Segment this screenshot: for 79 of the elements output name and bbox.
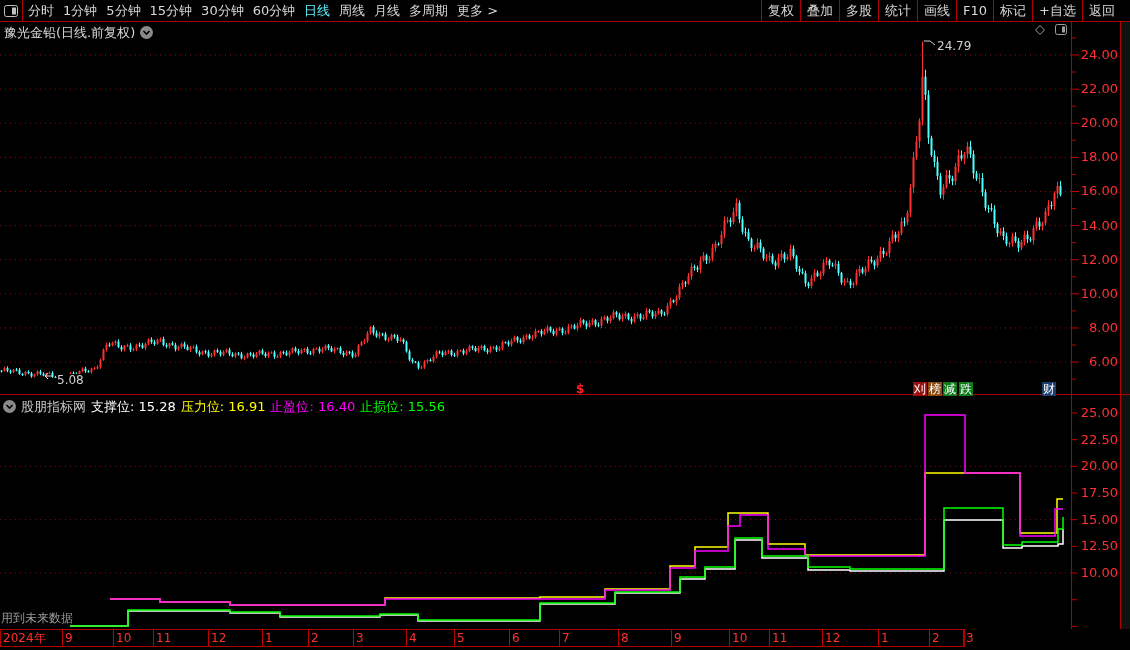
stock-title: 豫光金铅(日线.前复权) xyxy=(4,24,136,42)
period-tab[interactable]: 30分钟 xyxy=(201,0,244,21)
diamond-icon[interactable] xyxy=(1035,24,1045,35)
axis-label: 20.00 xyxy=(1080,116,1118,131)
panel-toggle-icon[interactable] xyxy=(1055,24,1067,35)
date-label: 6 xyxy=(509,630,520,646)
indicator-value: 压力位: 16.91 xyxy=(180,398,266,416)
toolbar-button[interactable]: 复权 xyxy=(761,0,801,21)
chevron-down-icon[interactable] xyxy=(3,400,16,414)
chevron-down-icon[interactable] xyxy=(140,26,154,40)
axis-label: 22.00 xyxy=(1080,82,1118,97)
date-label: 12 xyxy=(208,630,227,646)
axis-label: 15.00 xyxy=(1080,512,1118,527)
date-label: 7 xyxy=(559,630,570,646)
axis-label: 8.00 xyxy=(1089,320,1118,335)
toolbar-button[interactable]: 叠加 xyxy=(800,0,840,21)
period-tab[interactable]: 日线 xyxy=(304,0,331,21)
axis-label: 20.00 xyxy=(1080,459,1118,474)
date-label: 11 xyxy=(153,630,172,646)
axis-label: 17.50 xyxy=(1080,486,1118,500)
leader-line xyxy=(923,40,936,46)
indicator-value: 支撑位: 15.28 xyxy=(91,398,176,416)
axis-label: 24.00 xyxy=(1080,48,1118,62)
date-label: 12 xyxy=(822,630,841,646)
date-label: 9 xyxy=(671,630,682,646)
period-tab[interactable]: 60分钟 xyxy=(252,0,296,21)
indicator-name: 股朋指标网 xyxy=(21,398,86,416)
period-tab[interactable]: 15分钟 xyxy=(149,0,193,21)
toolbar-button[interactable]: 统计 xyxy=(878,0,918,21)
toolbar-button[interactable]: F10 xyxy=(956,0,994,21)
date-label: 2 xyxy=(308,630,319,646)
toolbar-button[interactable]: 标记 xyxy=(993,0,1033,21)
period-tab[interactable]: 多周期 xyxy=(409,0,449,21)
date-label: 11 xyxy=(769,630,788,646)
date-label: 8 xyxy=(618,630,629,646)
toolbar-button[interactable]: 多股 xyxy=(839,0,879,21)
axis-label: 16.00 xyxy=(1080,184,1118,199)
axis-label: 12.50 xyxy=(1080,539,1118,554)
date-label: 2 xyxy=(929,630,940,646)
event-badge: 减 xyxy=(943,382,957,396)
period-tab[interactable]: 1分钟 xyxy=(63,0,98,21)
period-tab[interactable]: 5分钟 xyxy=(106,0,141,21)
warning-text: 用到未来数据 xyxy=(1,610,73,627)
event-badge: 刈 xyxy=(913,382,927,396)
panel-toggle-icon[interactable] xyxy=(4,4,18,17)
axis-label: 22.50 xyxy=(1080,432,1118,447)
axis-label: 18.00 xyxy=(1080,150,1118,165)
date-label: 1 xyxy=(262,630,273,646)
date-label: 4 xyxy=(406,630,417,646)
axis-label: 10.00 xyxy=(1080,566,1118,580)
axis-label: 6.00 xyxy=(1089,355,1118,370)
event-badge: 财 xyxy=(1042,382,1056,396)
event-badge: 跌 xyxy=(959,382,973,396)
date-label: 1 xyxy=(878,630,889,646)
axis-label: 12.00 xyxy=(1080,252,1118,267)
date-label: 9 xyxy=(62,630,73,646)
indicator-value: 止损位: 15.56 xyxy=(360,398,445,416)
date-label: 10 xyxy=(113,630,132,646)
axis-label: 10.00 xyxy=(1080,286,1118,301)
toolbar-button[interactable]: 返回 xyxy=(1082,0,1121,21)
period-tab[interactable]: 周线 xyxy=(339,0,366,21)
toolbar-button[interactable]: +自选 xyxy=(1032,0,1082,21)
period-tab[interactable]: 分时 xyxy=(28,0,54,21)
date-label: 3 xyxy=(353,630,364,646)
arrow-icon xyxy=(44,372,54,380)
price-label: 24.79 xyxy=(937,38,972,55)
period-tab[interactable]: 更多 > xyxy=(457,0,499,21)
event-badge: 榜 xyxy=(928,382,942,396)
dollar-marker: $ xyxy=(575,382,586,396)
price-label: 5.08 xyxy=(57,374,84,387)
indicator-value: 止盈位: 16.40 xyxy=(270,398,356,416)
date-label: 2024年 xyxy=(2,630,46,646)
date-label: 10 xyxy=(729,630,748,646)
axis-label: 14.00 xyxy=(1080,218,1118,233)
toolbar-button[interactable]: 画线 xyxy=(917,0,957,21)
date-label: 3 xyxy=(963,630,974,646)
date-label: 5 xyxy=(454,630,465,646)
period-tab[interactable]: 月线 xyxy=(374,0,401,21)
axis-label: 25.00 xyxy=(1080,406,1118,420)
